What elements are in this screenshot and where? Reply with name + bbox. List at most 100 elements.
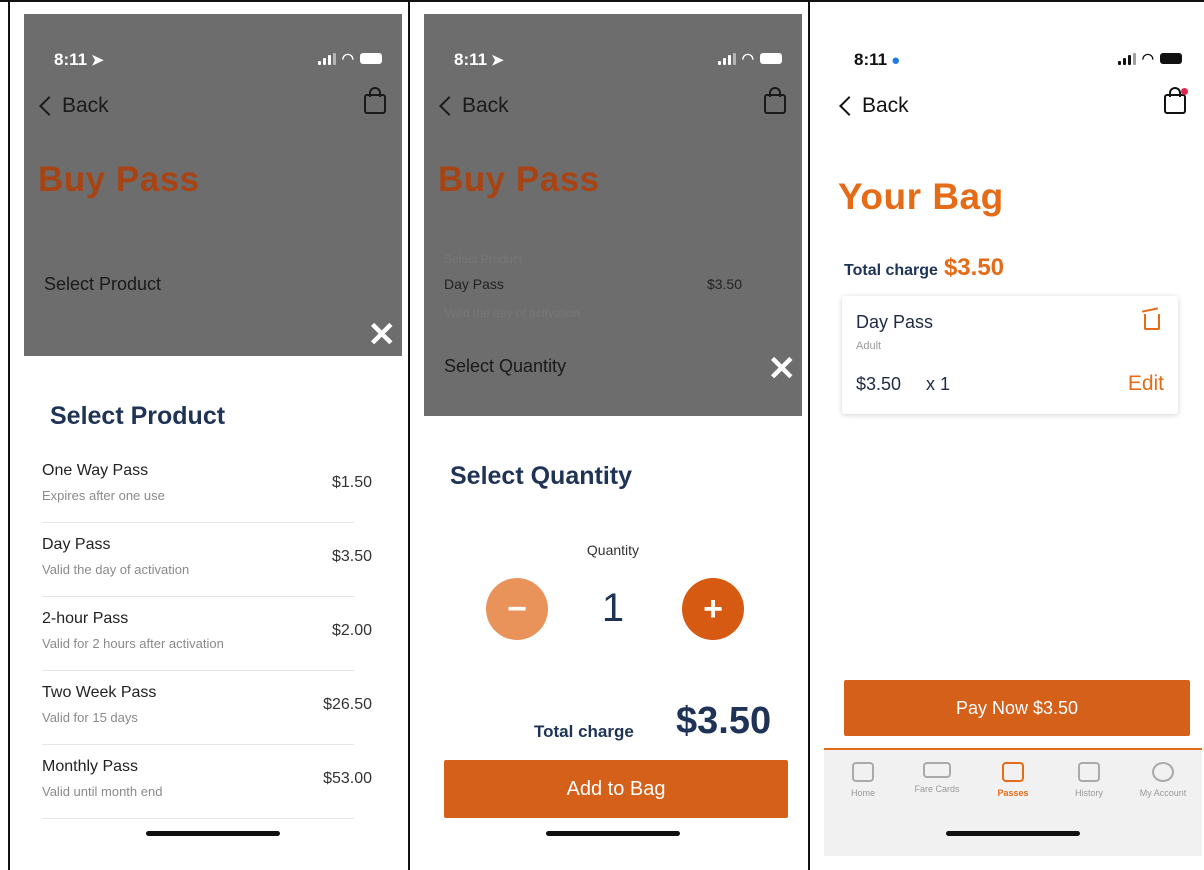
battery-icon — [360, 53, 382, 64]
back-label: Back — [62, 94, 109, 117]
frame-divider — [8, 0, 10, 870]
total-charge: Total charge $3.50 — [844, 254, 1004, 282]
product-row[interactable]: Two Week Pass Valid for 15 days $26.50 — [42, 674, 372, 745]
product-price: $26.50 — [323, 696, 372, 713]
pay-now-button[interactable]: Pay Now $3.50 — [844, 680, 1190, 736]
status-bar: 8:11 ● ◠ — [854, 50, 1182, 70]
status-bar: 8:11 ➤ ◠ — [54, 50, 382, 70]
selected-product-row[interactable]: Day Pass $3.50 — [444, 276, 762, 292]
ticket-icon — [1002, 762, 1024, 782]
battery-icon — [760, 53, 782, 64]
status-time: 8:11 ● — [854, 50, 901, 69]
page-title: Your Bag — [838, 176, 1004, 217]
screen-your-bag: 8:11 ● ◠ Back Your Bag Total charge $3.50 … — [824, 14, 1202, 856]
frame-divider — [408, 0, 410, 870]
signal-icon — [717, 52, 736, 65]
home-indicator — [546, 831, 680, 836]
sheet-title: Select Product — [50, 402, 226, 430]
status-bar: 8:11 ➤ ◠ — [454, 50, 782, 70]
tab-my-account[interactable]: My Account — [1128, 762, 1198, 798]
product-desc: Valid for 2 hours after activation — [42, 636, 224, 651]
dimmed-background: 8:11 ➤ ◠ Back Buy Pass Select Product ✕ — [24, 14, 402, 356]
screen-select-quantity: 8:11 ➤ ◠ Back Buy Pass Select Product Day… — [424, 14, 802, 856]
close-icon[interactable]: ✕ — [768, 352, 797, 386]
tab-label: History — [1074, 788, 1103, 798]
add-to-bag-button[interactable]: Add to Bag — [444, 760, 788, 818]
home-icon — [852, 762, 874, 782]
item-name: Day Pass — [856, 312, 934, 332]
item-rider-type: Adult — [856, 340, 882, 352]
selected-product-desc: Valid the day of activation — [444, 306, 580, 320]
product-row[interactable]: One Way Pass Expires after one use $1.50 — [42, 452, 372, 523]
bag-icon[interactable] — [1164, 87, 1186, 114]
card-icon — [923, 762, 951, 778]
product-desc: Valid the day of activation — [42, 562, 190, 577]
item-price: $3.50 — [856, 374, 902, 394]
total-charge-value: $3.50 — [943, 254, 1005, 281]
select-quantity-field[interactable]: Select Quantity — [444, 356, 566, 377]
bottom-tab-bar: Home Fare Cards Passes History My Accoun… — [824, 748, 1202, 856]
product-name: Monthly Pass — [42, 758, 139, 775]
signal-icon — [1117, 52, 1136, 65]
dimmed-background: 8:11 ➤ ◠ Back Buy Pass Select Product Day… — [424, 14, 802, 416]
tab-fare-cards[interactable]: Fare Cards — [902, 762, 972, 794]
select-product-field[interactable]: Select Product — [44, 274, 161, 295]
tab-label: Fare Cards — [914, 784, 960, 794]
total-charge-label: Total charge — [844, 262, 938, 279]
home-indicator — [946, 831, 1080, 836]
product-desc: Expires after one use — [42, 488, 165, 503]
frame-border-top — [0, 0, 1204, 2]
bag-item-card: Day Pass Adult $3.50 x 1 Edit — [842, 296, 1178, 414]
total-charge-label: Total charge — [534, 722, 634, 741]
tab-label: Home — [850, 788, 875, 798]
bag-icon[interactable] — [364, 87, 386, 114]
product-price: $1.50 — [331, 474, 372, 491]
wifi-icon: ◠ — [741, 50, 754, 66]
tab-home[interactable]: Home — [828, 762, 898, 798]
tab-passes[interactable]: Passes — [978, 762, 1048, 798]
back-button[interactable]: Back — [838, 94, 909, 118]
product-name: Day Pass — [42, 536, 111, 553]
tab-history[interactable]: History — [1054, 762, 1124, 798]
product-price: $2.00 — [331, 622, 372, 639]
total-charge-value: $3.50 — [676, 700, 772, 742]
wifi-icon: ◠ — [1141, 50, 1154, 66]
product-name: 2-hour Pass — [42, 610, 129, 627]
back-button[interactable]: Back — [438, 94, 509, 118]
selected-product-name: Day Pass — [444, 276, 504, 292]
selected-product-price: $3.50 — [706, 276, 742, 292]
signal-icon — [317, 52, 336, 65]
product-desc: Valid for 15 days — [42, 710, 138, 725]
increase-quantity-button[interactable]: + — [682, 578, 744, 640]
home-indicator — [146, 831, 280, 836]
chevron-left-icon — [439, 96, 459, 116]
back-label: Back — [462, 94, 509, 117]
product-price: $53.00 — [323, 770, 372, 787]
back-label: Back — [862, 94, 909, 117]
page-title: Buy Pass — [38, 160, 200, 199]
status-time: 8:11 ➤ — [454, 50, 504, 69]
chevron-left-icon — [839, 96, 859, 116]
product-sheet: Select Product One Way Pass Expires afte… — [24, 356, 402, 856]
quantity-value: 1 — [601, 586, 625, 630]
sheet-title: Select Quantity — [450, 462, 632, 490]
tab-label: Passes — [997, 788, 1029, 798]
product-row[interactable]: Monthly Pass Valid until month end $53.0… — [42, 748, 372, 819]
status-time: 8:11 ➤ — [54, 50, 104, 69]
close-icon[interactable]: ✕ — [368, 318, 397, 352]
product-name: Two Week Pass — [42, 684, 157, 701]
bag-icon[interactable] — [764, 87, 786, 114]
product-price: $3.50 — [331, 548, 372, 565]
item-quantity: x 1 — [926, 374, 951, 394]
calendar-icon — [1078, 762, 1100, 782]
product-row[interactable]: Day Pass Valid the day of activation $3.… — [42, 526, 372, 597]
back-button[interactable]: Back — [38, 94, 109, 118]
screen-select-product: 8:11 ➤ ◠ Back Buy Pass Select Product ✕ S… — [24, 14, 402, 856]
quantity-label: Quantity — [586, 542, 640, 558]
plus-icon: + — [703, 589, 723, 628]
trash-icon[interactable] — [1144, 314, 1160, 330]
edit-item-link[interactable]: Edit — [1128, 372, 1164, 396]
battery-icon — [1160, 53, 1182, 64]
product-row[interactable]: 2-hour Pass Valid for 2 hours after acti… — [42, 600, 372, 671]
notification-dot — [1181, 88, 1188, 95]
